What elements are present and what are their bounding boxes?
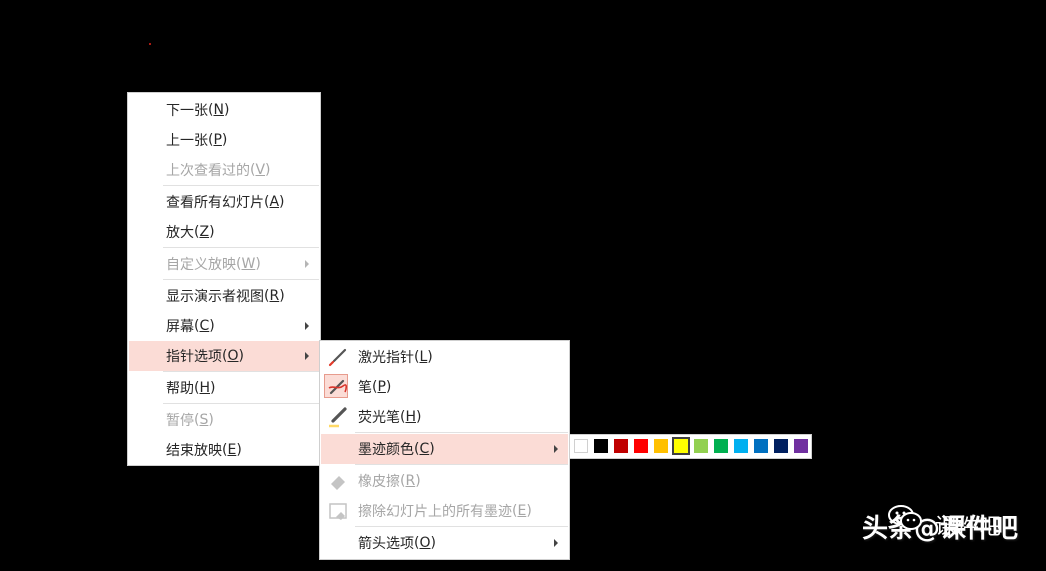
ink-color-palette bbox=[569, 434, 812, 459]
menu-item-arrow-options[interactable]: 箭头选项(O) bbox=[321, 528, 568, 558]
ink-color-swatch[interactable] bbox=[634, 439, 648, 453]
menu-item-pointer-options[interactable]: 指针选项(O) bbox=[129, 341, 319, 371]
ink-color-swatch[interactable] bbox=[754, 439, 768, 453]
laser-pointer-icon bbox=[327, 346, 349, 368]
menu-item-accelerator: V bbox=[255, 162, 266, 178]
submenu-arrow-icon bbox=[554, 445, 558, 453]
menu-item-label: 上次查看过的 bbox=[166, 163, 250, 179]
menu-separator bbox=[163, 403, 319, 404]
ink-color-swatch[interactable] bbox=[574, 439, 588, 453]
ink-color-swatch[interactable] bbox=[672, 437, 690, 455]
menu-item-label: 笔 bbox=[358, 380, 372, 396]
menu-item-screen[interactable]: 屏幕(C) bbox=[129, 311, 319, 341]
menu-item-label: 荧光笔 bbox=[358, 410, 400, 426]
ink-color-swatch[interactable] bbox=[794, 439, 808, 453]
menu-item-label: 激光指针 bbox=[358, 350, 414, 366]
menu-item-presenter-view[interactable]: 显示演示者视图(R) bbox=[129, 281, 319, 311]
menu-item-label: 暂停 bbox=[166, 413, 194, 429]
menu-item-accelerator: R bbox=[269, 288, 280, 304]
submenu-arrow-icon bbox=[305, 352, 309, 360]
menu-item-accelerator: L bbox=[419, 349, 428, 365]
menu-item-label: 查看所有幻灯片 bbox=[166, 195, 264, 211]
menu-item-highlighter[interactable]: 荧光笔(H) bbox=[321, 402, 568, 432]
menu-item-custom-show: 自定义放映(W) bbox=[129, 249, 319, 279]
menu-item-ink-color[interactable]: 墨迹颜色(C) bbox=[321, 434, 568, 464]
ink-color-swatch[interactable] bbox=[734, 439, 748, 453]
ink-color-swatch[interactable] bbox=[774, 439, 788, 453]
menu-item-label: 下一张 bbox=[166, 103, 208, 119]
menu-item-accelerator: Z bbox=[199, 224, 210, 240]
erase-all-icon bbox=[327, 500, 349, 522]
menu-item-see-all-slides[interactable]: 查看所有幻灯片(A) bbox=[129, 187, 319, 217]
menu-item-label: 擦除幻灯片上的所有墨迹 bbox=[358, 504, 512, 520]
menu-item-label: 屏幕 bbox=[166, 319, 194, 335]
menu-item-end-show[interactable]: 结束放映(E) bbox=[129, 435, 319, 465]
menu-item-label: 墨迹颜色 bbox=[358, 442, 414, 458]
menu-item-accelerator: H bbox=[405, 409, 416, 425]
menu-item-laser-pointer[interactable]: 激光指针(L) bbox=[321, 342, 568, 372]
ink-color-swatch[interactable] bbox=[594, 439, 608, 453]
menu-separator bbox=[355, 464, 568, 465]
menu-item-label: 结束放映 bbox=[166, 443, 222, 459]
menu-item-label: 显示演示者视图 bbox=[166, 289, 264, 305]
menu-item-label: 上一张 bbox=[166, 133, 208, 149]
laser-pointer-dot bbox=[149, 43, 151, 45]
menu-item-accelerator: N bbox=[213, 102, 224, 118]
menu-item-label: 自定义放映 bbox=[166, 257, 236, 273]
menu-item-label: 橡皮擦 bbox=[358, 474, 400, 490]
menu-item-next[interactable]: 下一张(N) bbox=[129, 95, 319, 125]
menu-item-accelerator: W bbox=[241, 256, 256, 272]
menu-item-label: 放大 bbox=[166, 225, 194, 241]
menu-item-label: 指针选项 bbox=[166, 349, 222, 365]
menu-item-accelerator: C bbox=[419, 441, 430, 457]
menu-separator bbox=[355, 432, 568, 433]
wechat-icon bbox=[886, 503, 926, 533]
pointer-options-submenu: 激光指针(L) 笔(P) 荧光笔(H) 墨迹颜色(C) 橡皮擦 (R) 擦除… bbox=[319, 340, 570, 560]
ink-color-swatch[interactable] bbox=[614, 439, 628, 453]
menu-item-accelerator: S bbox=[199, 412, 209, 428]
menu-item-accelerator: O bbox=[227, 348, 239, 364]
menu-item-erase-all-ink: 擦除幻灯片上的所有墨迹(E) bbox=[321, 496, 568, 526]
menu-separator bbox=[163, 185, 319, 186]
menu-item-accelerator: H bbox=[199, 380, 210, 396]
menu-item-last-viewed: 上次查看过的(V) bbox=[166, 162, 271, 179]
menu-item-label: 帮助 bbox=[166, 381, 194, 397]
menu-separator bbox=[163, 371, 319, 372]
ink-color-swatch[interactable] bbox=[654, 439, 668, 453]
menu-item-eraser: 橡皮擦(R) bbox=[321, 466, 568, 496]
menu-item-accelerator: P bbox=[213, 132, 222, 148]
submenu-arrow-icon bbox=[305, 322, 309, 330]
menu-separator bbox=[355, 526, 568, 527]
menu-item-accelerator: E bbox=[517, 503, 527, 519]
menu-item-accelerator: E bbox=[227, 442, 237, 458]
highlighter-icon bbox=[327, 406, 349, 428]
watermark-title: 课件吧 bbox=[935, 515, 1002, 540]
slideshow-context-menu: 下一张(N) 上一张(P) 上次查看过的(V) 查看所有幻灯片(A) 放大(Z)… bbox=[127, 92, 321, 466]
menu-item-previous[interactable]: 上一张(P) bbox=[129, 125, 319, 155]
slideshow-screen[interactable]: 下一张(N) 上一张(P) 上次查看过的(V) 查看所有幻灯片(A) 放大(Z)… bbox=[0, 0, 1046, 571]
menu-separator bbox=[163, 279, 319, 280]
menu-item-accelerator: A bbox=[269, 194, 280, 210]
eraser-icon bbox=[327, 470, 349, 492]
menu-item-accelerator: O bbox=[419, 535, 431, 551]
menu-item-label: 箭头选项 bbox=[358, 536, 414, 552]
menu-item-pen[interactable]: 笔(P) bbox=[321, 372, 568, 402]
menu-item-zoom[interactable]: 放大(Z) bbox=[129, 217, 319, 247]
menu-item-pause: 暂停(S) bbox=[166, 412, 214, 429]
submenu-arrow-icon bbox=[554, 539, 558, 547]
menu-item-help[interactable]: 帮助(H) bbox=[129, 373, 319, 403]
submenu-arrow-icon bbox=[305, 260, 309, 268]
menu-item-accelerator: C bbox=[199, 318, 210, 334]
menu-item-accelerator: P bbox=[377, 379, 386, 395]
ink-color-swatch[interactable] bbox=[714, 439, 728, 453]
pen-icon bbox=[324, 374, 348, 398]
menu-item-accelerator: R bbox=[405, 473, 416, 489]
ink-color-swatch[interactable] bbox=[694, 439, 708, 453]
menu-separator bbox=[163, 247, 319, 248]
